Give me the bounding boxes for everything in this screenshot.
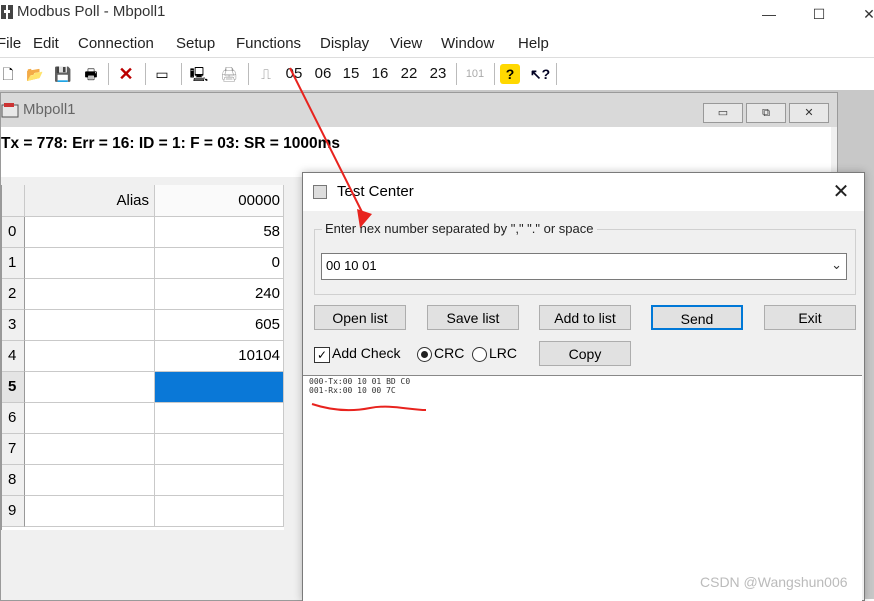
annotation-overlay (289, 67, 427, 412)
watermark: CSDN @Wangshun006 (700, 574, 848, 590)
annotation-arrow-head (357, 209, 372, 228)
annotation-underline (311, 403, 427, 412)
annotation-arrow-line (289, 67, 365, 217)
